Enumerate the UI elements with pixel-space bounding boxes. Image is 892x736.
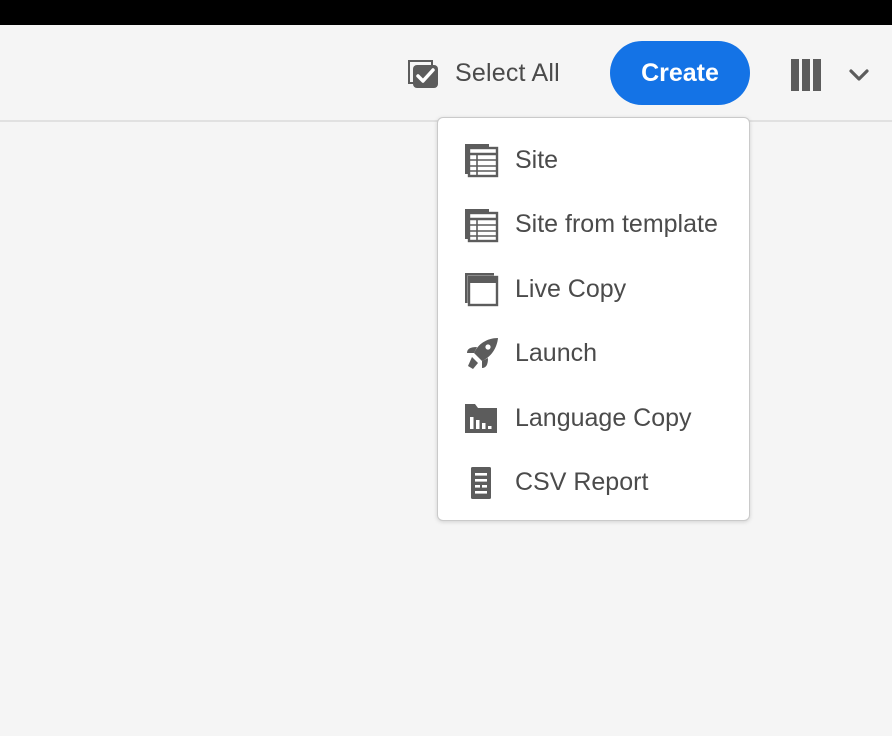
menu-item-csv-report[interactable]: CSV Report xyxy=(438,451,749,516)
menu-item-live-copy[interactable]: Live Copy xyxy=(438,257,749,322)
site-template-icon xyxy=(465,208,499,242)
create-button[interactable]: Create xyxy=(610,41,750,105)
view-switcher[interactable] xyxy=(788,55,876,95)
menu-item-label: Launch xyxy=(515,339,598,368)
chevron-down-icon[interactable] xyxy=(848,67,870,83)
menu-item-label: Site xyxy=(515,145,559,174)
column-view-icon xyxy=(791,59,821,91)
checkbox-stack-icon xyxy=(408,60,438,88)
language-copy-icon xyxy=(465,404,497,434)
select-all-button[interactable]: Select All xyxy=(405,56,560,90)
menu-item-label: Site from template xyxy=(515,210,718,239)
action-bar: Select All Create xyxy=(0,25,892,122)
menu-item-language-copy[interactable]: Language Copy xyxy=(438,386,749,451)
menu-item-launch[interactable]: Launch xyxy=(438,322,749,387)
menu-item-label: CSV Report xyxy=(515,468,649,497)
csv-report-icon xyxy=(471,466,491,499)
select-all-label: Select All xyxy=(455,58,560,87)
window-top-bar xyxy=(0,0,892,25)
menu-item-label: Language Copy xyxy=(515,403,692,432)
menu-item-site-from-template[interactable]: Site from template xyxy=(438,193,749,258)
live-copy-icon xyxy=(465,273,499,307)
menu-item-label: Live Copy xyxy=(515,274,627,303)
rocket-icon xyxy=(467,337,498,369)
site-icon xyxy=(465,144,499,178)
menu-item-site[interactable]: Site xyxy=(438,128,749,193)
create-menu: Site Site from template Live Copy Launch… xyxy=(437,117,750,521)
